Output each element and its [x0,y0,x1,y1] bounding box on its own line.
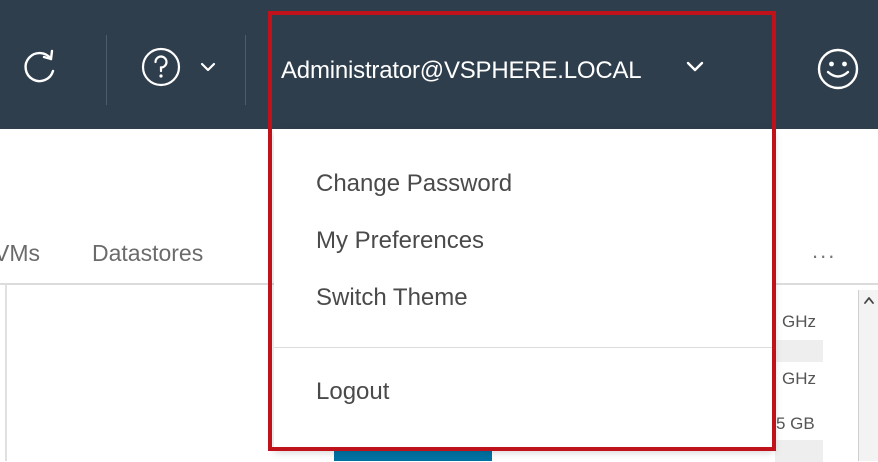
resource-unit-label: GHz [782,369,816,388]
resource-bar [775,340,823,362]
user-menu-toggle[interactable]: Administrator@VSPHERE.LOCAL [281,57,642,85]
chevron-down-icon[interactable] [684,58,706,76]
user-dropdown-menu: Change Password My Preferences Switch Th… [274,129,774,449]
menu-item-change-password[interactable]: Change Password [316,170,512,198]
resource-unit-label: 5 GB [776,414,815,433]
smiley-face-icon[interactable] [815,46,861,92]
tab-datastores[interactable]: Datastores [92,240,203,267]
resource-unit-label: GHz [782,312,816,331]
menu-divider [274,347,774,348]
header-divider [245,35,246,105]
header-divider [106,35,107,105]
help-circle-icon[interactable] [140,46,182,88]
scroll-up-icon[interactable] [862,294,876,308]
refresh-icon[interactable] [20,46,60,86]
menu-item-logout[interactable]: Logout [316,378,389,406]
primary-action-button[interactable] [334,447,492,461]
menu-item-switch-theme[interactable]: Switch Theme [316,284,468,312]
resource-bar [775,440,823,462]
tab-vms[interactable]: VMs [0,240,40,267]
chevron-down-icon[interactable] [197,58,219,76]
menu-item-my-preferences[interactable]: My Preferences [316,227,484,255]
vertical-scrollbar[interactable] [858,290,878,461]
left-pane-border [5,285,7,461]
more-tabs-button[interactable]: ... [812,238,836,264]
top-navigation-bar: Administrator@VSPHERE.LOCAL [0,0,878,129]
